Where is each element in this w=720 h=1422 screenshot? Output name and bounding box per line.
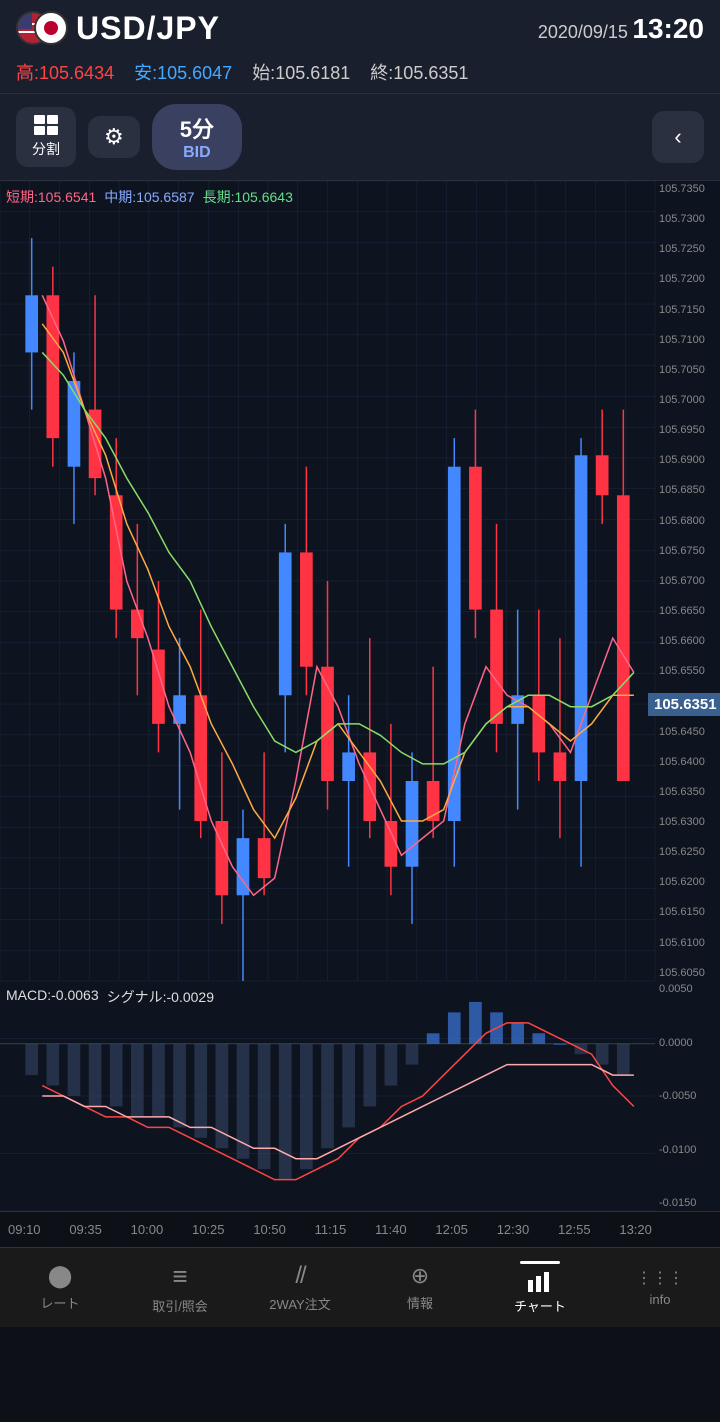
time-axis-label: 11:15 bbox=[315, 1222, 347, 1237]
ohlc-low: 安:105.6047 bbox=[134, 59, 232, 85]
timeframe-button[interactable]: 5分 BID bbox=[152, 104, 242, 170]
chart-icon bbox=[526, 1270, 554, 1292]
candlestick-chart bbox=[0, 181, 720, 981]
nav-info-label: 情報 bbox=[407, 1293, 433, 1312]
ohlc-bar: 高:105.6434 安:105.6047 始:105.6181 終:105.6… bbox=[0, 55, 720, 94]
time-axis-label: 13:20 bbox=[619, 1222, 652, 1237]
header: USD/JPY 2020/09/15 13:20 bbox=[0, 0, 720, 55]
macd-labels: MACD:-0.0063 シグナル:-0.0029 bbox=[6, 987, 214, 1007]
jpy-flag bbox=[34, 11, 68, 45]
ohlc-high: 高:105.6434 bbox=[16, 59, 114, 85]
nav-trade[interactable]: ≡ 取引/照会 bbox=[120, 1261, 240, 1315]
time-axis-label: 09:10 bbox=[8, 1222, 41, 1237]
nav-info[interactable]: ⊕ 情報 bbox=[360, 1263, 480, 1312]
flags bbox=[16, 11, 68, 47]
nav-chart[interactable]: チャート bbox=[480, 1261, 600, 1315]
macd-indicator-chart bbox=[0, 981, 720, 1211]
active-indicator bbox=[520, 1261, 560, 1264]
grid-icon bbox=[34, 115, 58, 135]
bid-label: BID bbox=[180, 144, 214, 162]
currency-pair: USD/JPY bbox=[76, 10, 220, 47]
nav-chart-label: チャート bbox=[514, 1296, 566, 1315]
nav-more[interactable]: ⋮⋮⋮ info bbox=[600, 1268, 720, 1307]
nav-trade-label: 取引/照会 bbox=[152, 1296, 208, 1315]
ma-short-label: 短期:105.6541 bbox=[6, 187, 96, 207]
rate-icon: ⬤ bbox=[48, 1263, 73, 1289]
ohlc-open: 始:105.6181 bbox=[252, 59, 350, 85]
time-axis-label: 12:55 bbox=[558, 1222, 591, 1237]
ma-mid-label: 中期:105.6587 bbox=[104, 187, 194, 207]
twoway-icon: // bbox=[295, 1262, 304, 1290]
timeframe-value: 5分 bbox=[180, 112, 214, 144]
toolbar: 分割 ⚙ 5分 BID ‹ bbox=[0, 94, 720, 181]
gear-icon: ⚙ bbox=[104, 124, 124, 150]
ma-long-label: 長期:105.6643 bbox=[203, 187, 293, 207]
time-axis-label: 12:05 bbox=[435, 1222, 468, 1237]
time-axis-label: 12:30 bbox=[497, 1222, 530, 1237]
macd-chart-container: MACD:-0.0063 シグナル:-0.0029 0.00500.0000-0… bbox=[0, 981, 720, 1211]
time-display: 13:20 bbox=[632, 13, 704, 44]
more-icon: ⋮⋮⋮ bbox=[636, 1268, 684, 1288]
trade-icon: ≡ bbox=[172, 1261, 187, 1292]
time-axis-label: 10:00 bbox=[131, 1222, 164, 1237]
ma-labels: 短期:105.6541 中期:105.6587 長期:105.6643 bbox=[6, 187, 293, 207]
settings-button[interactable]: ⚙ bbox=[88, 116, 140, 158]
main-chart-container: 短期:105.6541 中期:105.6587 長期:105.6643 105.… bbox=[0, 181, 720, 981]
back-icon: ‹ bbox=[674, 124, 681, 150]
nav-rate[interactable]: ⬤ レート bbox=[0, 1263, 120, 1312]
split-button[interactable]: 分割 bbox=[16, 107, 76, 167]
time-axis-label: 11:40 bbox=[375, 1222, 407, 1237]
time-axis-label: 10:50 bbox=[253, 1222, 286, 1237]
nav-more-label: info bbox=[650, 1292, 671, 1307]
back-button[interactable]: ‹ bbox=[652, 111, 704, 163]
bottom-nav: ⬤ レート ≡ 取引/照会 // 2WAY注文 ⊕ 情報 チャート ⋮⋮⋮ in… bbox=[0, 1247, 720, 1327]
nav-rate-label: レート bbox=[40, 1293, 79, 1312]
date-display: 2020/09/15 bbox=[538, 22, 628, 42]
datetime: 2020/09/15 13:20 bbox=[538, 13, 704, 45]
pair-info: USD/JPY bbox=[16, 10, 220, 47]
current-price-tag: 105.6351 bbox=[648, 693, 720, 716]
macd-value-label: MACD:-0.0063 bbox=[6, 987, 99, 1007]
info-icon: ⊕ bbox=[411, 1263, 429, 1289]
time-axis: 09:10 09:35 10:00 10:25 10:50 11:15 11:40 12:05… bbox=[0, 1211, 720, 1247]
nav-2way-label: 2WAY注文 bbox=[269, 1294, 330, 1313]
signal-value-label: シグナル:-0.0029 bbox=[107, 987, 214, 1007]
time-axis-label: 10:25 bbox=[192, 1222, 225, 1237]
ohlc-close: 終:105.6351 bbox=[370, 59, 468, 85]
jp-circle bbox=[44, 21, 58, 35]
time-axis-label: 09:35 bbox=[69, 1222, 102, 1237]
nav-2way[interactable]: // 2WAY注文 bbox=[240, 1262, 360, 1313]
time-labels: 09:10 09:35 10:00 10:25 10:50 11:15 11:40 12:05… bbox=[8, 1222, 712, 1237]
